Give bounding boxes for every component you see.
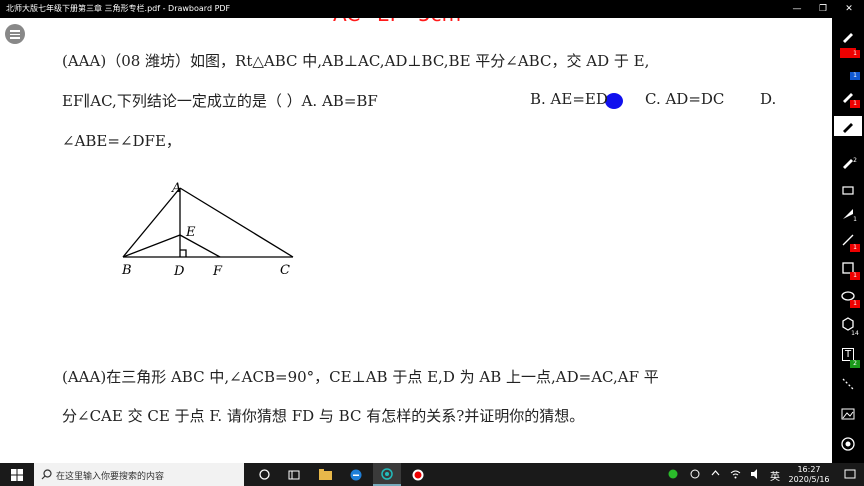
circle-icon — [258, 469, 270, 480]
notification-icon — [844, 469, 856, 479]
label-c: C — [280, 263, 290, 278]
image-tool[interactable] — [834, 404, 862, 424]
pdf-page[interactable]: AC=EF=5cm (AAA)（08 潍坊）如图，Rt△ABC 中,AB⊥AC,… — [0, 18, 832, 463]
problem1-line3: ∠ABE=∠DFE， — [62, 132, 181, 150]
edge-icon — [350, 469, 362, 480]
search-placeholder: 在这里输入你要搜索的内容 — [56, 472, 165, 482]
clock-date: 2020/5/16 — [788, 475, 830, 484]
ime-indicator[interactable]: 英 — [770, 468, 780, 483]
notification-center-button[interactable] — [836, 463, 864, 486]
tool-size-badge: 2 — [853, 157, 857, 164]
text-size-badge: 14 — [851, 330, 859, 337]
circle-icon — [841, 437, 855, 451]
segment-ac — [179, 187, 294, 258]
recorder-taskbar-button[interactable] — [404, 463, 432, 486]
tray-app-icon[interactable] — [690, 469, 700, 482]
triangle-figure: A E B D F C — [121, 181, 294, 279]
image-icon — [841, 408, 855, 420]
maximize-button[interactable]: ❐ — [810, 0, 836, 18]
drawboard-icon — [381, 467, 393, 480]
hexagon-icon — [842, 317, 854, 331]
start-button[interactable] — [3, 463, 31, 486]
record-icon — [412, 469, 424, 480]
wechat-icon — [668, 469, 678, 479]
wifi-icon — [730, 470, 741, 479]
option-d: D. — [760, 90, 777, 108]
close-button[interactable]: ✕ — [836, 0, 862, 18]
file-explorer-button[interactable] — [311, 463, 339, 486]
shape-color-badge: 1 — [850, 300, 860, 308]
tool-size-badge: 1 — [853, 216, 857, 223]
right-angle-mark — [180, 249, 187, 257]
pen-tool-1[interactable] — [834, 26, 862, 46]
search-icon — [41, 469, 52, 480]
tool-size-badge: 1 — [853, 128, 857, 135]
minimize-button[interactable]: — — [784, 0, 810, 18]
edge-browser-button[interactable] — [342, 463, 370, 486]
label-e: E — [185, 225, 196, 240]
label-f: F — [212, 264, 223, 279]
pen-color-badge: 1 — [850, 72, 860, 80]
task-view-button[interactable] — [280, 463, 308, 486]
pen-color-badge: 1 — [850, 100, 860, 108]
title-bar: 北师大版七年级下册第三章 三角形专栏.pdf - Drawboard PDF —… — [0, 0, 864, 18]
taskbar-clock[interactable]: 16:27 2020/5/16 — [786, 465, 832, 485]
pen-size-badge: 1 — [850, 50, 860, 58]
taskbar-search-box[interactable]: 在这里输入你要搜索的内容 — [34, 463, 244, 486]
problem2-line2: 分∠CAE 交 CE 于点 F. 请你猜想 FD 与 BC 有怎样的关系?并证明… — [62, 407, 585, 425]
label-b: B — [121, 263, 132, 278]
dotted-line-icon — [842, 378, 854, 390]
cortana-button[interactable] — [250, 463, 278, 486]
option-b: B. AE=ED — [530, 90, 608, 108]
option-c: C. AD=DC — [645, 90, 725, 108]
shape-color-badge: 1 — [850, 244, 860, 252]
connector-color-badge: 2 — [850, 360, 860, 368]
pen-icon — [843, 33, 853, 43]
shape-color-badge: 1 — [850, 272, 860, 280]
label-d: D — [173, 264, 185, 279]
clock-time: 16:27 — [797, 465, 821, 474]
network-button[interactable] — [730, 469, 741, 482]
drawboard-taskbar-button[interactable] — [373, 463, 401, 486]
show-hidden-icons-button[interactable] — [711, 469, 720, 481]
text-tool-icon: T — [841, 347, 855, 361]
problem1-stem: EF∥AC,下列结论一定成立的是（ ）A. AB=BF — [62, 92, 378, 110]
circle-icon — [690, 469, 700, 479]
problem2-line1: (AAA)在三角形 ABC 中,∠ACB=90°，CE⊥AB 于点 E,D 为 … — [62, 368, 659, 386]
speaker-icon — [751, 469, 757, 479]
connector-tool[interactable] — [834, 374, 862, 394]
taskbar: 在这里输入你要搜索的内容 英 16:27 2020/5/16 — [0, 463, 864, 486]
eraser-tool[interactable] — [834, 180, 862, 200]
windows-icon — [11, 468, 23, 481]
volume-button[interactable] — [750, 469, 761, 482]
label-a: A — [171, 181, 181, 196]
chevron-up-icon — [711, 470, 720, 476]
handwriting-annotation: AC=EF=5cm — [333, 18, 461, 26]
task-view-icon — [288, 470, 300, 479]
window-title: 北师大版七年级下册第三章 三角形专栏.pdf - Drawboard PDF — [6, 4, 231, 13]
problem1-line2: EF∥AC,下列结论一定成立的是（ ）A. AB=BF B. AE=ED C. … — [62, 90, 776, 111]
more-tools-button[interactable] — [834, 434, 862, 454]
eraser-icon — [842, 186, 854, 195]
folder-icon — [318, 469, 332, 480]
tray-app-icon[interactable] — [668, 469, 678, 482]
drawing-toolbar: T — [832, 18, 864, 463]
problem1-line1: (AAA)（08 潍坊）如图，Rt△ABC 中,AB⊥AC,AD⊥BC,BE 平… — [62, 52, 650, 70]
